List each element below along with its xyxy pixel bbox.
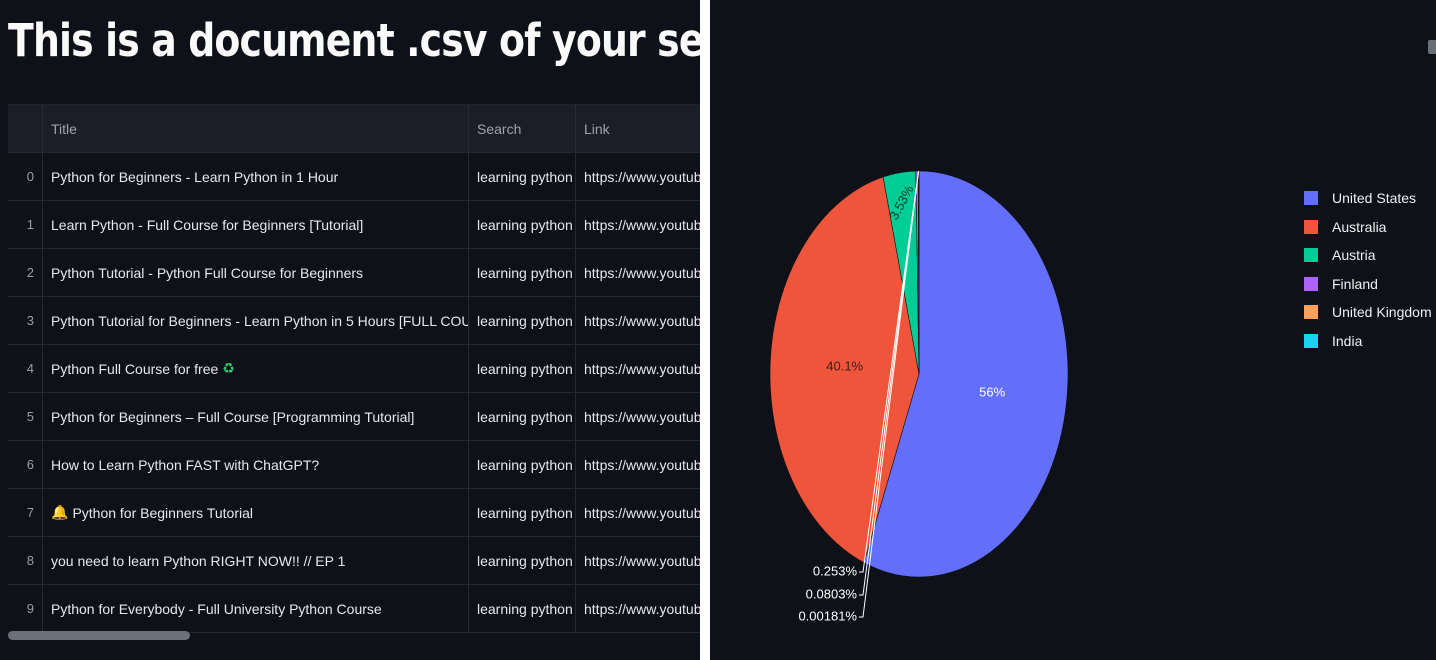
slice-percent-label: 40.1% <box>826 359 863 374</box>
table-row[interactable]: 1 Learn Python - Full Course for Beginne… <box>8 201 700 249</box>
data-table[interactable]: Title Search Link 0 Python for Beginners… <box>8 104 700 645</box>
bell-emoji-icon: 🔔 <box>51 504 69 520</box>
link-cell[interactable]: https://www.youtube.com <box>576 297 700 344</box>
row-index: 0 <box>8 153 43 200</box>
title-cell[interactable]: Python for Beginners - Learn Python in 1… <box>43 153 469 200</box>
column-header-search[interactable]: Search <box>469 105 576 152</box>
table-header: Title Search Link <box>8 105 700 153</box>
legend-swatch <box>1304 333 1318 348</box>
legend-label: United States <box>1332 190 1417 207</box>
row-index: 4 <box>8 345 43 392</box>
slice-percent-label: 0.253% <box>813 563 858 578</box>
legend-swatch <box>1304 276 1318 291</box>
slice-percent-label: 56% <box>979 385 1005 400</box>
link-cell[interactable]: https://www.youtube.com <box>576 441 700 488</box>
row-index: 8 <box>8 537 43 584</box>
panel-divider <box>700 0 710 660</box>
row-index: 2 <box>8 249 43 296</box>
title-cell[interactable]: Python Tutorial - Python Full Course for… <box>43 249 469 296</box>
page-title: This is a document .csv of your search <box>8 14 700 67</box>
title-cell[interactable]: Python for Everybody - Full University P… <box>43 585 469 632</box>
search-cell[interactable]: learning python <box>469 153 576 200</box>
legend-label: Finland <box>1332 275 1378 292</box>
legend-item[interactable]: Australia <box>1304 213 1432 242</box>
table-row[interactable]: 7 🔔 Python for Beginners Tutorial learni… <box>8 489 700 537</box>
table-row[interactable]: 2 Python Tutorial - Python Full Course f… <box>8 249 700 297</box>
search-cell[interactable]: learning python <box>469 393 576 440</box>
table-row[interactable]: 3 Python Tutorial for Beginners - Learn … <box>8 297 700 345</box>
legend-label: United Kingdom <box>1332 304 1432 321</box>
search-cell[interactable]: learning python <box>469 345 576 392</box>
legend-swatch <box>1304 305 1318 320</box>
slice-percent-label: 0.0803% <box>806 586 858 601</box>
table-row[interactable]: 4 Python Full Course for free ♻ learning… <box>8 345 700 393</box>
title-cell[interactable]: Python for Beginners – Full Course [Prog… <box>43 393 469 440</box>
row-index: 3 <box>8 297 43 344</box>
csv-panel: This is a document .csv of your search T… <box>0 0 700 660</box>
row-index: 9 <box>8 585 43 632</box>
table-row[interactable]: 0 Python for Beginners - Learn Python in… <box>8 153 700 201</box>
search-cell[interactable]: learning python <box>469 537 576 584</box>
link-cell[interactable]: https://www.youtube.com <box>576 153 700 200</box>
search-cell[interactable]: learning python <box>469 201 576 248</box>
search-cell[interactable]: learning python <box>469 441 576 488</box>
legend-label: India <box>1332 332 1363 349</box>
link-cell[interactable]: https://www.youtube.com <box>576 393 700 440</box>
legend-item[interactable]: Austria <box>1304 241 1432 270</box>
title-cell[interactable]: you need to learn Python RIGHT NOW!! // … <box>43 537 469 584</box>
search-cell[interactable]: learning python <box>469 585 576 632</box>
link-cell[interactable]: https://www.youtube.com <box>576 585 700 632</box>
row-index: 1 <box>8 201 43 248</box>
slice-percent-label: 0.00181% <box>798 608 857 623</box>
title-text: Python Full Course for free <box>51 360 219 377</box>
index-header <box>8 105 43 152</box>
table-row[interactable]: 5 Python for Beginners – Full Course [Pr… <box>8 393 700 441</box>
row-index: 7 <box>8 489 43 536</box>
table-row[interactable]: 9 Python for Everybody - Full University… <box>8 585 700 633</box>
search-cell[interactable]: learning python <box>469 297 576 344</box>
title-cell[interactable]: Learn Python - Full Course for Beginners… <box>43 201 469 248</box>
recycle-emoji-icon: ♻ <box>222 360 235 376</box>
column-header-title[interactable]: Title <box>43 105 469 152</box>
title-cell[interactable]: 🔔 Python for Beginners Tutorial <box>43 489 469 536</box>
legend-item[interactable]: United Kingdom <box>1304 298 1432 327</box>
legend-item[interactable]: India <box>1304 327 1432 356</box>
search-cell[interactable]: learning python <box>469 249 576 296</box>
legend-swatch <box>1304 219 1318 234</box>
horizontal-scrollbar-thumb[interactable] <box>8 631 190 640</box>
table-row[interactable]: 8 you need to learn Python RIGHT NOW!! /… <box>8 537 700 585</box>
row-index: 5 <box>8 393 43 440</box>
chart-panel: 56% 40.1% 3.53% 0.253% 0.0803% 0.00181% Unite… <box>710 0 1436 660</box>
legend-swatch <box>1304 248 1318 263</box>
legend-item[interactable]: Finland <box>1304 270 1432 299</box>
chart-legend: United States Australia Austria Finland … <box>1304 184 1432 355</box>
title-cell[interactable]: How to Learn Python FAST with ChatGPT? <box>43 441 469 488</box>
search-cell[interactable]: learning python <box>469 489 576 536</box>
table-row[interactable]: 6 How to Learn Python FAST with ChatGPT?… <box>8 441 700 489</box>
legend-label: Austria <box>1332 247 1376 264</box>
legend-item[interactable]: United States <box>1304 184 1432 213</box>
link-cell[interactable]: https://www.youtube.com <box>576 345 700 392</box>
link-cell[interactable]: https://www.youtube.com <box>576 537 700 584</box>
title-cell[interactable]: Python Tutorial for Beginners - Learn Py… <box>43 297 469 344</box>
legend-swatch <box>1304 191 1318 206</box>
title-cell[interactable]: Python Full Course for free ♻ <box>43 345 469 392</box>
link-cell[interactable]: https://www.youtube.com <box>576 249 700 296</box>
row-index: 6 <box>8 441 43 488</box>
link-cell[interactable]: https://www.youtube.com <box>576 201 700 248</box>
title-text: Python for Beginners Tutorial <box>72 504 253 521</box>
column-header-link[interactable]: Link <box>576 105 700 152</box>
legend-label: Australia <box>1332 218 1387 235</box>
link-cell[interactable]: https://www.youtube.com <box>576 489 700 536</box>
